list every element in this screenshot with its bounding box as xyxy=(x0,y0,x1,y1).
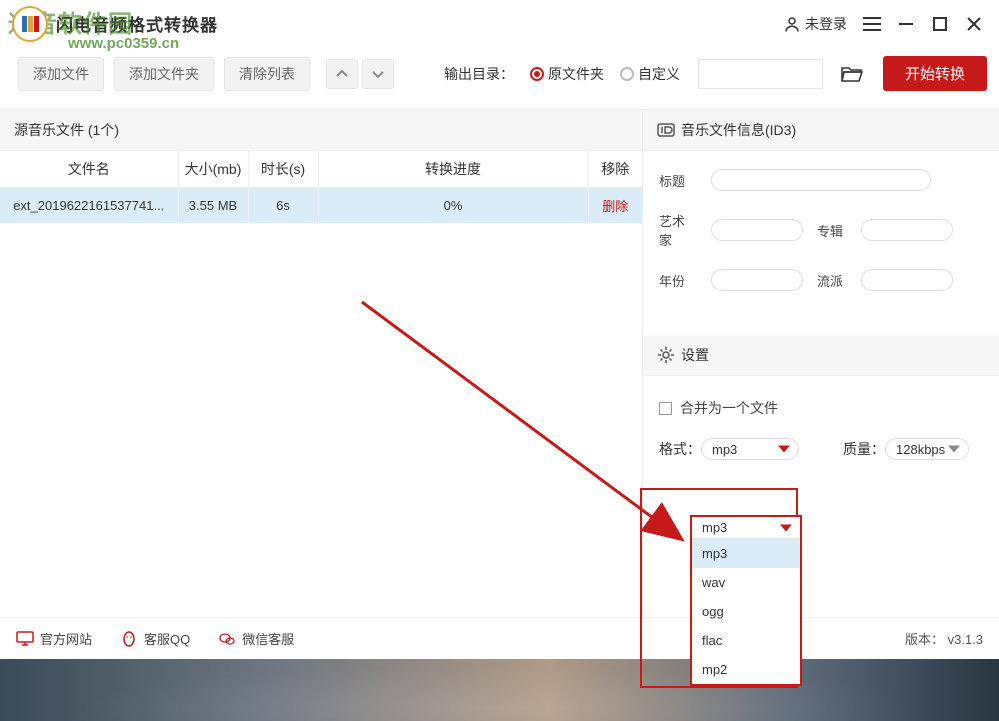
album-input[interactable] xyxy=(861,219,953,241)
quality-label: 质量： xyxy=(843,439,885,459)
title-bar: 闪电音频格式转换器 未登录 xyxy=(0,0,999,48)
close-icon xyxy=(966,16,982,32)
cell-size: 3.55 MB xyxy=(178,188,248,224)
radio-dot-off-icon xyxy=(620,67,634,81)
artist-label: 艺术家 xyxy=(659,211,697,249)
id3-form: 标题 艺术家 专辑 年份 流派 xyxy=(643,151,999,321)
merge-checkbox-row[interactable]: 合并为一个文件 xyxy=(643,376,999,426)
monitor-icon xyxy=(16,630,34,648)
file-list-header: 源音乐文件 (1个) xyxy=(0,110,642,151)
col-name: 文件名 xyxy=(0,151,178,188)
dropdown-triangle-icon xyxy=(778,446,790,453)
col-size: 大小(mb) xyxy=(178,151,248,188)
chevron-up-icon xyxy=(335,67,349,81)
genre-input[interactable] xyxy=(861,269,953,291)
settings-block: 设置 合并为一个文件 格式： mp3 质量： 128kbps xyxy=(643,335,999,468)
footer-bar: 官方网站 客服QQ 微信客服 版本： v3.1.3 xyxy=(0,617,999,659)
col-duration: 时长(s) xyxy=(248,151,318,188)
output-dir-label: 输出目录： xyxy=(444,64,514,84)
format-label: 格式： xyxy=(659,439,701,459)
settings-header: 设置 xyxy=(643,335,999,376)
close-button[interactable] xyxy=(957,9,991,39)
format-dropdown-combo[interactable]: mp3 xyxy=(692,517,800,539)
output-path-input[interactable] xyxy=(698,59,823,89)
qq-support-link[interactable]: 客服QQ xyxy=(120,629,190,648)
folder-open-icon xyxy=(841,65,863,83)
menu-button[interactable] xyxy=(855,9,889,39)
wechat-support-link[interactable]: 微信客服 xyxy=(218,629,294,648)
version-text: 版本： v3.1.3 xyxy=(905,629,983,648)
start-convert-button[interactable]: 开始转换 xyxy=(883,56,987,91)
year-input[interactable] xyxy=(711,269,803,291)
cell-delete[interactable]: 删除 xyxy=(588,188,642,224)
wechat-icon xyxy=(218,630,236,648)
format-row: 格式： mp3 质量： 128kbps xyxy=(643,426,999,468)
format-option[interactable]: mp3 xyxy=(692,539,800,568)
checkbox-icon xyxy=(659,402,672,415)
title-input[interactable] xyxy=(711,169,931,191)
hamburger-icon xyxy=(862,16,882,32)
quality-select[interactable]: 128kbps xyxy=(885,438,969,460)
year-label: 年份 xyxy=(659,271,697,290)
qq-penguin-icon xyxy=(120,630,138,648)
col-remove: 移除 xyxy=(588,151,642,188)
radio-dot-on-icon xyxy=(530,67,544,81)
app-logo-icon xyxy=(12,6,48,42)
user-icon xyxy=(783,15,801,33)
dropdown-triangle-icon xyxy=(780,524,792,531)
cell-progress: 0% xyxy=(318,188,588,224)
file-table: 文件名 大小(mb) 时长(s) 转换进度 移除 ext_20196221615… xyxy=(0,151,642,223)
gear-icon xyxy=(657,346,675,364)
format-option[interactable]: mp2 xyxy=(692,655,800,684)
login-text: 未登录 xyxy=(805,14,847,34)
official-site-link[interactable]: 官方网站 xyxy=(16,629,92,648)
cell-filename: ext_201962216153774‪1... xyxy=(0,188,178,224)
minimize-button[interactable] xyxy=(889,9,923,39)
move-up-button[interactable] xyxy=(326,59,358,89)
maximize-button[interactable] xyxy=(923,9,957,39)
toolbar: 添加文件 添加文件夹 清除列表 输出目录： 原文件夹 自定义 开始转换 xyxy=(0,48,999,109)
table-row[interactable]: ext_201962216153774‪1... 3.55 MB 6s 0% 删… xyxy=(0,188,642,224)
login-button[interactable]: 未登录 xyxy=(783,14,847,34)
title-label: 标题 xyxy=(659,171,697,190)
artist-input[interactable] xyxy=(711,219,803,241)
move-down-button[interactable] xyxy=(362,59,394,89)
format-option[interactable]: flac xyxy=(692,626,800,655)
cell-duration: 6s xyxy=(248,188,318,224)
maximize-icon xyxy=(932,16,948,32)
format-select[interactable]: mp3 xyxy=(701,438,799,460)
col-progress: 转换进度 xyxy=(318,151,588,188)
radio-original-folder[interactable]: 原文件夹 xyxy=(530,64,604,84)
format-option[interactable]: ogg xyxy=(692,597,800,626)
file-list-panel: 源音乐文件 (1个) 文件名 大小(mb) 时长(s) 转换进度 移除 ext_… xyxy=(0,110,643,617)
genre-label: 流派 xyxy=(817,271,847,290)
format-dropdown-open: mp3 mp3 wav ogg flac mp2 xyxy=(690,515,802,686)
main-area: 源音乐文件 (1个) 文件名 大小(mb) 时长(s) 转换进度 移除 ext_… xyxy=(0,109,999,617)
album-label: 专辑 xyxy=(817,221,847,240)
browse-folder-button[interactable] xyxy=(837,59,867,89)
format-option[interactable]: wav xyxy=(692,568,800,597)
clear-list-button[interactable]: 清除列表 xyxy=(224,57,310,91)
add-folder-button[interactable]: 添加文件夹 xyxy=(114,57,214,91)
radio-custom-folder[interactable]: 自定义 xyxy=(620,64,680,84)
id-card-icon xyxy=(657,121,675,139)
format-option-list[interactable]: mp3 wav ogg flac mp2 xyxy=(692,539,800,684)
dropdown-triangle-icon xyxy=(948,446,960,453)
chevron-down-icon xyxy=(371,67,385,81)
minimize-icon xyxy=(897,15,915,33)
app-title: 闪电音频格式转换器 xyxy=(56,11,218,36)
id3-header: 音乐文件信息(ID3) xyxy=(643,110,999,151)
add-file-button[interactable]: 添加文件 xyxy=(18,57,104,91)
bottom-background-image xyxy=(0,659,999,721)
